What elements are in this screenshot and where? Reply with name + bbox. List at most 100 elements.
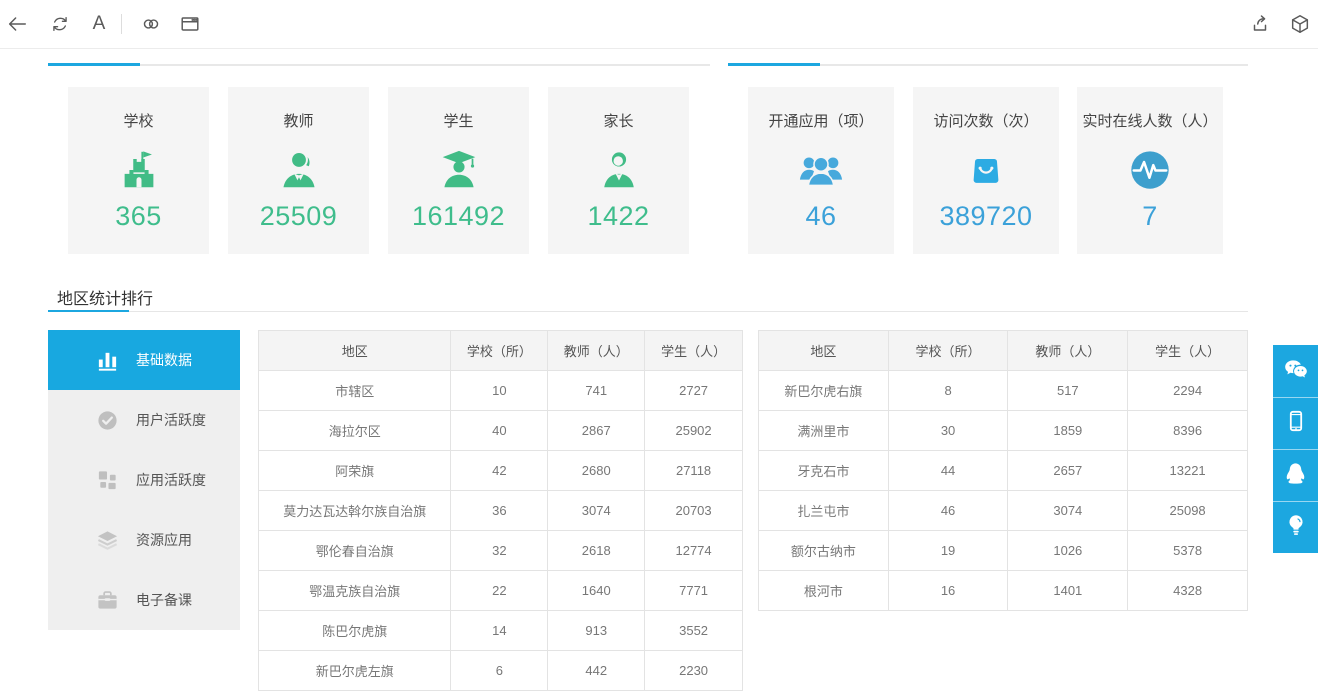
stat-label: 家长: [548, 110, 689, 131]
toolbar-divider: [121, 14, 122, 34]
sidebar-item-resources[interactable]: 资源应用: [48, 510, 240, 570]
lightbulb-icon: [1284, 513, 1308, 542]
table-row: 满洲里市3018598396: [759, 411, 1248, 451]
table-cell: 22: [451, 571, 548, 611]
stats-sidebar: 基础数据 用户活跃度 应用活跃度: [48, 330, 240, 630]
table-row: 市辖区107412727: [259, 371, 743, 411]
table-cell: 517: [1008, 371, 1128, 411]
column-header-schools: 学校（所）: [888, 331, 1008, 371]
teacher-icon: [228, 139, 369, 201]
table-header-row: 地区 学校（所） 教师（人） 学生（人）: [259, 331, 743, 371]
table-cell: 扎兰屯市: [759, 491, 889, 531]
stat-value: 46: [748, 201, 894, 232]
table-row: 新巴尔虎左旗64422230: [259, 651, 743, 691]
cube-icon[interactable]: [1289, 13, 1311, 35]
stat-card-students: 学生 161492: [388, 87, 529, 254]
table-cell: 鄂温克族自治旗: [259, 571, 451, 611]
refresh-icon[interactable]: [49, 13, 71, 35]
stat-label: 学生: [388, 110, 529, 131]
table-cell: 2294: [1128, 371, 1248, 411]
pulse-circle-icon: [1077, 139, 1223, 201]
table-cell: 根河市: [759, 571, 889, 611]
table-row: 阿荣旗42268027118: [259, 451, 743, 491]
sidebar-item-label: 应用活跃度: [136, 470, 206, 490]
mobile-button[interactable]: [1273, 397, 1318, 449]
layers-icon: [95, 528, 119, 552]
stat-card-visits: 访问次数（次） 389720: [913, 87, 1059, 254]
table-cell: 2867: [548, 411, 645, 451]
font-icon[interactable]: A: [88, 13, 110, 35]
table-cell: 陈巴尔虎旗: [259, 611, 451, 651]
table-row: 扎兰屯市46307425098: [759, 491, 1248, 531]
table-cell: 海拉尔区: [259, 411, 451, 451]
table-cell: 阿荣旗: [259, 451, 451, 491]
left-tab-indicator: [48, 63, 140, 66]
column-header-teachers: 教师（人）: [1008, 331, 1128, 371]
table-row: 海拉尔区40286725902: [259, 411, 743, 451]
stat-value: 1422: [548, 201, 689, 232]
sidebar-item-basic-data[interactable]: 基础数据: [48, 330, 240, 390]
table-cell: 新巴尔虎左旗: [259, 651, 451, 691]
table-cell: 满洲里市: [759, 411, 889, 451]
student-icon: [388, 139, 529, 201]
back-icon[interactable]: [6, 13, 28, 35]
check-circle-icon: [95, 408, 119, 432]
font-icon-glyph: A: [93, 13, 106, 35]
table-cell: 40: [451, 411, 548, 451]
table-cell: 新巴尔虎右旗: [759, 371, 889, 411]
window-icon[interactable]: [179, 13, 201, 35]
column-header-region: 地区: [759, 331, 889, 371]
parent-icon: [548, 139, 689, 201]
table-cell: 1401: [1008, 571, 1128, 611]
stat-value: 389720: [913, 201, 1059, 232]
table-cell: 8: [888, 371, 1008, 411]
table-cell: 3552: [645, 611, 743, 651]
region-rank-table-right: 地区 学校（所） 教师（人） 学生（人） 新巴尔虎右旗85172294满洲里市3…: [758, 330, 1248, 611]
sidebar-item-user-activity[interactable]: 用户活跃度: [48, 390, 240, 450]
table-cell: 1859: [1008, 411, 1128, 451]
left-panel-tabline: [48, 64, 710, 66]
link-icon[interactable]: [140, 13, 162, 35]
table-cell: 市辖区: [259, 371, 451, 411]
sidebar-item-lesson-prep[interactable]: 电子备课: [48, 570, 240, 630]
user-group-icon: [748, 139, 894, 201]
lightbulb-button[interactable]: [1273, 501, 1318, 553]
table-cell: 19: [888, 531, 1008, 571]
table-cell: 5378: [1128, 531, 1248, 571]
table-cell: 鄂伦春自治旗: [259, 531, 451, 571]
share-icon[interactable]: [1249, 13, 1271, 35]
section-title-indicator: [48, 310, 129, 312]
table-row: 鄂伦春自治旗32261812774: [259, 531, 743, 571]
stat-label: 实时在线人数（人）: [1077, 110, 1223, 131]
browser-toolbar: A: [0, 0, 1318, 49]
sidebar-item-app-activity[interactable]: 应用活跃度: [48, 450, 240, 510]
column-header-students: 学生（人）: [1128, 331, 1248, 371]
stat-value: 7: [1077, 201, 1223, 232]
table-cell: 莫力达瓦达斡尔族自治旗: [259, 491, 451, 531]
mobile-icon: [1284, 409, 1308, 438]
grid-icon: [95, 468, 119, 492]
table-cell: 741: [548, 371, 645, 411]
table-cell: 36: [451, 491, 548, 531]
stat-label: 教师: [228, 110, 369, 131]
stat-label: 开通应用（项）: [748, 110, 894, 131]
qq-button[interactable]: [1273, 449, 1318, 501]
table-cell: 4328: [1128, 571, 1248, 611]
table-cell: 46: [888, 491, 1008, 531]
table-cell: 25098: [1128, 491, 1248, 531]
table-cell: 2680: [548, 451, 645, 491]
column-header-teachers: 教师（人）: [548, 331, 645, 371]
table-cell: 25902: [645, 411, 743, 451]
stat-value: 365: [68, 201, 209, 232]
table-cell: 16: [888, 571, 1008, 611]
stat-card-schools: 学校 365: [68, 87, 209, 254]
stat-label: 访问次数（次）: [913, 110, 1059, 131]
table-cell: 2657: [1008, 451, 1128, 491]
table-cell: 牙克石市: [759, 451, 889, 491]
table-cell: 3074: [1008, 491, 1128, 531]
table-header-row: 地区 学校（所） 教师（人） 学生（人）: [759, 331, 1248, 371]
table-cell: 1640: [548, 571, 645, 611]
wechat-button[interactable]: [1273, 345, 1318, 397]
qq-icon: [1283, 461, 1308, 491]
table-row: 牙克石市44265713221: [759, 451, 1248, 491]
